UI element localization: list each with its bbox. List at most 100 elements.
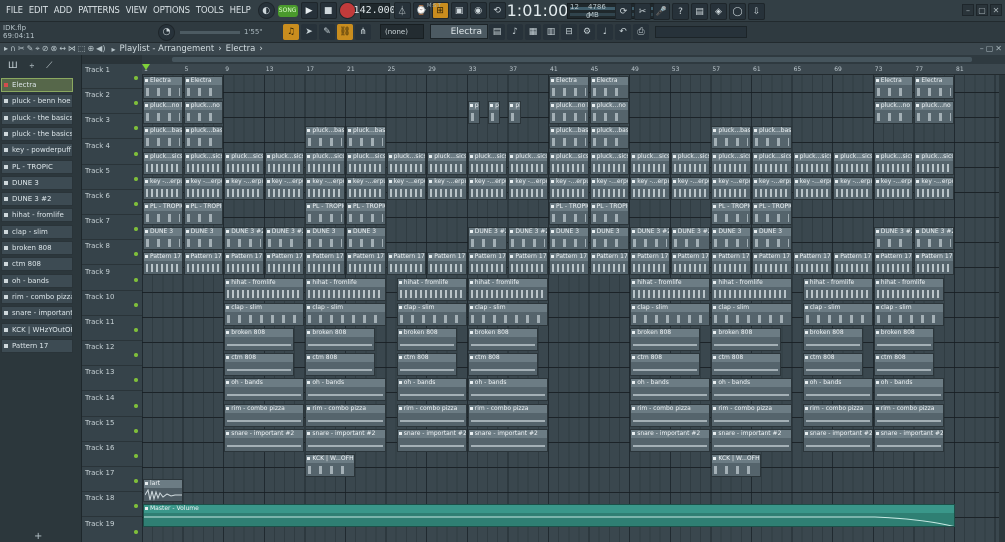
pattern-clip[interactable]: pluck...sics #2	[833, 151, 873, 175]
track-mute-led-icon[interactable]	[134, 227, 138, 232]
pattern-item[interactable]: KCK | WHzYOutOFHERE |	[1, 322, 73, 337]
pattern-clip[interactable]: DUNE 3	[143, 227, 183, 251]
pattern-clip[interactable]: rim - combo pizza	[305, 403, 386, 427]
pattern-clip[interactable]: pluck...sics #2	[224, 151, 264, 175]
pattern-clip[interactable]: Electra	[589, 76, 630, 99]
pattern-clip[interactable]: ctm 808	[802, 353, 863, 377]
close-icon[interactable]: ✕	[990, 4, 1002, 16]
help-icon[interactable]: ?	[672, 3, 689, 20]
pattern-item[interactable]: Pattern 17	[1, 338, 73, 353]
pattern-clip[interactable]: key -...erpuff	[630, 176, 670, 200]
pattern-clip[interactable]: rim - combo pizza	[467, 403, 548, 427]
pattern-clip[interactable]: Pattern 17	[589, 252, 630, 276]
pattern-clip[interactable]: rim - combo pizza	[224, 403, 305, 427]
minimize-icon[interactable]: –	[962, 4, 974, 16]
track-header[interactable]: Track 10	[82, 291, 142, 316]
pattern-clip[interactable]: key -...erpuff	[264, 176, 305, 200]
pattern-clip[interactable]: DUNE 3	[711, 227, 751, 251]
speaker-icon[interactable]: ◀)	[96, 44, 105, 54]
pattern-clip[interactable]: pluck...basics	[305, 126, 345, 150]
magnet-icon[interactable]: ⋔	[355, 24, 371, 40]
pattern-clip[interactable]: key -...erpuff	[467, 176, 508, 200]
pattern-clip[interactable]: pluck...sics #2	[670, 151, 711, 175]
track-header[interactable]: Track 7	[82, 215, 142, 241]
maximize-icon[interactable]: ▢	[976, 4, 988, 16]
menu-options[interactable]: OPTIONS	[150, 5, 193, 16]
pattern-clip[interactable]: pluck...sics #2	[427, 151, 467, 175]
pattern-clip[interactable]: pluck...no hoe	[467, 101, 480, 125]
select-icon[interactable]: ⬚	[78, 44, 86, 54]
pattern-clip[interactable]: clap - slim	[873, 302, 944, 326]
pattern-clip[interactable]: broken 808	[802, 328, 863, 351]
pattern-clip[interactable]: DUNE 3 #2	[670, 227, 711, 251]
pattern-clip[interactable]: oh - bands	[396, 378, 467, 402]
online-icon[interactable]: ⟳	[615, 3, 632, 20]
pattern-item[interactable]: hihat - fromlife	[1, 208, 73, 223]
pattern-item[interactable]: DUNE 3 #2	[1, 192, 73, 207]
pattern-clip[interactable]: pluck...no hoe	[143, 101, 183, 125]
close-panel-icon[interactable]: ✕	[995, 44, 1002, 53]
pattern-item[interactable]: clap - slim	[1, 224, 73, 239]
pattern-clip[interactable]: clap - slim	[802, 302, 873, 326]
pattern-clip[interactable]: broken 808	[396, 328, 457, 351]
pattern-clip[interactable]: PL - TROPIC	[549, 202, 589, 225]
pattern-clip[interactable]: Pattern 17	[346, 252, 386, 276]
pattern-clip[interactable]: PL - TROPIC	[346, 202, 386, 225]
pattern-clip[interactable]: rim - combo pizza	[711, 403, 792, 427]
track-mute-led-icon[interactable]	[134, 529, 138, 534]
track-header[interactable]: Track 3	[82, 114, 142, 140]
track-mute-led-icon[interactable]	[134, 202, 138, 206]
pattern-clip[interactable]: pluck...no hoe	[589, 101, 630, 125]
pattern-clip[interactable]: Pattern 17	[630, 252, 670, 276]
song-mode-toggle[interactable]: SONG	[277, 4, 298, 17]
pattern-clip[interactable]: hihat - fromlife	[305, 277, 386, 301]
pattern-clip[interactable]: broken 808	[305, 328, 376, 351]
mic-icon[interactable]: 🎤	[653, 3, 670, 20]
pattern-clip[interactable]: snare - important #2	[224, 428, 305, 452]
track-header[interactable]: Track 19	[82, 518, 142, 542]
pattern-item[interactable]: key - powderpuff	[1, 143, 73, 158]
track-header[interactable]: Track 1	[82, 64, 142, 89]
track-header[interactable]: Track 4	[82, 140, 142, 165]
pattern-clip[interactable]: oh - bands	[711, 378, 792, 402]
master-pitch-knob-icon[interactable]: ◔	[158, 23, 175, 41]
pattern-clip[interactable]: DUNE 3	[183, 227, 224, 251]
pattern-item[interactable]: pluck - the basics	[1, 110, 73, 125]
pattern-item[interactable]: snare - important #2	[1, 306, 73, 321]
pencil-tool-icon[interactable]: ✎	[319, 24, 335, 40]
pattern-clip[interactable]: DUNE 3	[752, 227, 792, 251]
pattern-clip[interactable]: pluck...no hoe	[508, 101, 521, 125]
pattern-clip[interactable]: PL - TROPIC	[183, 202, 224, 225]
pattern-clip[interactable]: broken 808	[711, 328, 782, 351]
pattern-clip[interactable]: key -...erpuff	[711, 176, 751, 200]
menu-add[interactable]: ADD	[51, 5, 75, 16]
zoom-icon[interactable]: ⊕	[87, 44, 94, 54]
timeline-ruler[interactable]: 1 5 9 13 17 21 25 29 33 37 41 45 49 53 57 61 65 69 73 77 81	[142, 64, 1005, 75]
pattern-clip[interactable]: DUNE 3 #2	[467, 227, 508, 251]
pattern-clip[interactable]: Pattern 17	[427, 252, 467, 276]
blend-recording-icon[interactable]: ▣	[450, 2, 468, 19]
pattern-clip[interactable]: pluck...sics #2	[589, 151, 630, 175]
track-header[interactable]: Track 15	[82, 417, 142, 442]
pattern-clip[interactable]: key -...erpuff	[752, 176, 792, 200]
pattern-item[interactable]: broken 808	[1, 241, 73, 255]
pattern-clip[interactable]: pluck...sics #2	[467, 151, 508, 175]
track-header[interactable]: Track 16	[82, 442, 142, 467]
pattern-clip[interactable]: key -...erpuff	[549, 176, 589, 200]
track-mute-led-icon[interactable]	[134, 353, 138, 358]
tools-icon[interactable]: ✂	[634, 3, 651, 20]
pattern-clip[interactable]: pluck...sics #2	[386, 151, 427, 175]
picker-automation-icon[interactable]: ⟋	[46, 61, 52, 71]
pattern-clip[interactable]: pluck...sics #2	[264, 151, 305, 175]
pattern-clip[interactable]: pluck...sics #2	[792, 151, 833, 175]
track-header[interactable]: Track 8	[82, 240, 142, 266]
pattern-clip[interactable]: rim - combo pizza	[396, 403, 467, 427]
add-pattern-icon[interactable]: +	[34, 531, 42, 542]
delete-icon[interactable]: ⊘	[42, 44, 49, 54]
track-header[interactable]: Track 6	[82, 190, 142, 215]
playlist-icon[interactable]: ▤	[489, 24, 505, 40]
automation-clip[interactable]: Master - Volume	[143, 504, 955, 528]
pattern-clip[interactable]: Electra	[914, 76, 954, 99]
pattern-clip[interactable]: DUNE 3	[589, 227, 630, 251]
pattern-clip[interactable]: Pattern 17	[670, 252, 711, 276]
